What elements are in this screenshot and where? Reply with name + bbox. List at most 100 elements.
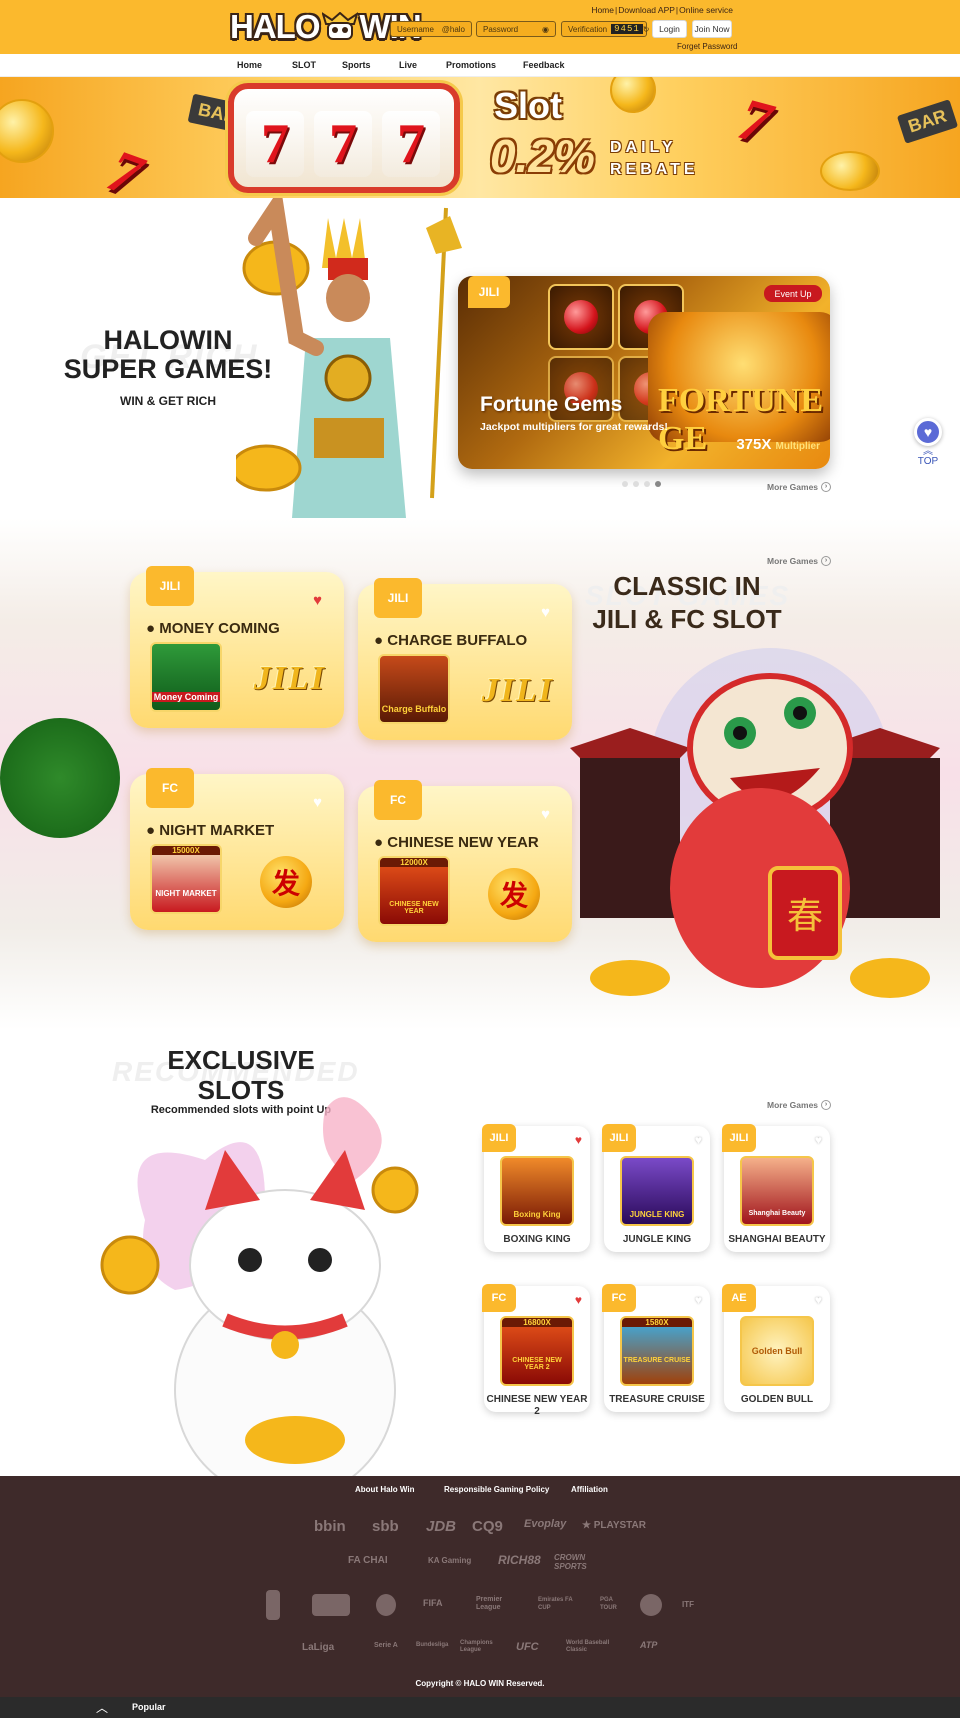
game-card-charge-buffalo[interactable]: JILI ♥ ● CHARGE BUFFALO Charge Buffalo J… xyxy=(358,578,572,740)
chevron-up-icon[interactable]: ︿ xyxy=(96,1699,108,1716)
jili-brand-logo: JILI xyxy=(253,660,326,697)
game-name: CHINESE NEW YEAR 2 xyxy=(486,1394,588,1417)
skull-icon xyxy=(320,11,359,42)
carousel-dots xyxy=(622,481,661,487)
provider-tag: JILI xyxy=(602,1124,636,1152)
nav-sports[interactable]: Sports xyxy=(342,60,371,70)
reel: 7 xyxy=(246,111,304,177)
heart-icon[interactable]: ♥ xyxy=(695,1293,702,1307)
more-games-link[interactable]: More Games › xyxy=(767,556,832,566)
game-thumbnail[interactable]: 1580X TREASURE CRUISE xyxy=(620,1316,694,1386)
link-online-service[interactable]: Online service xyxy=(679,5,733,15)
game-thumbnail[interactable]: Golden Bull xyxy=(740,1316,814,1386)
promo-banner[interactable]: BAR BAR 7 7 7 7 7 Slot 0.2% DAILY REBATE xyxy=(0,77,960,198)
heart-icon[interactable]: ♥ xyxy=(815,1293,822,1307)
featured-game-card[interactable]: FORTUNE GE JILI Event Up Fortune Gems Ja… xyxy=(458,276,830,469)
coin-graphic xyxy=(610,77,656,113)
lantern-character: 春 xyxy=(787,896,823,937)
promo-title: Slot xyxy=(494,85,562,126)
league-logo-itf: ITF xyxy=(682,1600,694,1609)
seven-symbol: 7 xyxy=(99,136,151,198)
game-card-chinese-new-year[interactable]: FC ♥ ● CHINESE NEW YEAR 12000X CHINESE N… xyxy=(358,780,572,942)
provider-logo-crown-sports: CROWN SPORTS xyxy=(554,1553,587,1571)
jili-brand-logo: JILI xyxy=(481,672,554,709)
lion-dance-image: 春 xyxy=(570,648,940,998)
footer-link-about[interactable]: About Halo Win xyxy=(355,1485,414,1494)
nav-home[interactable]: Home xyxy=(237,60,262,70)
join-now-button[interactable]: Join Now xyxy=(692,20,732,38)
league-logo-ufc: UFC xyxy=(516,1641,539,1653)
event-up-badge: Event Up xyxy=(764,285,822,302)
heart-icon[interactable]: ♥ xyxy=(541,806,550,823)
heart-icon[interactable]: ♥ xyxy=(695,1133,702,1147)
footer-link-affiliation[interactable]: Affiliation xyxy=(571,1485,608,1494)
link-download-app[interactable]: Download APP xyxy=(618,5,675,15)
game-card-money-coming[interactable]: JILI ♥ ● MONEY COMING Money Coming JILI xyxy=(130,566,344,728)
game-thumbnail[interactable]: 15000X NIGHT MARKET xyxy=(150,844,222,914)
slot-card-chinese-new-year-2[interactable]: FC ♥ 16800X CHINESE NEW YEAR 2 CHINESE N… xyxy=(482,1284,590,1417)
back-to-top-button[interactable]: ︽ TOP xyxy=(912,447,944,468)
carousel-dot[interactable] xyxy=(644,481,650,487)
game-name: JUNGLE KING xyxy=(622,1234,692,1245)
nav-feedback[interactable]: Feedback xyxy=(523,60,565,70)
game-thumbnail[interactable]: 16800X CHINESE NEW YEAR 2 xyxy=(500,1316,574,1386)
league-logo-premier-league: Premier League xyxy=(476,1596,503,1611)
slot-card-treasure-cruise[interactable]: FC ♥ 1580X TREASURE CRUISE TREASURE CRUI… xyxy=(602,1284,710,1412)
carousel-dot-active[interactable] xyxy=(655,481,661,487)
nav-slot[interactable]: SLOT xyxy=(292,60,316,70)
main-nav: Home SLOT Sports Live Promotions Feedbac… xyxy=(0,54,960,77)
carousel-dot[interactable] xyxy=(622,481,628,487)
provider-logo-bbin: bbin xyxy=(314,1518,346,1535)
game-thumbnail[interactable]: 12000X CHINESE NEW YEAR xyxy=(378,856,450,926)
game-thumbnail[interactable]: Money Coming xyxy=(150,642,222,712)
tree-graphic xyxy=(0,718,120,838)
username-field[interactable]: Username @halo xyxy=(390,21,472,37)
favorites-heart-button[interactable]: ♥ xyxy=(914,418,942,446)
league-logo-atp: ATP xyxy=(640,1640,658,1650)
nav-promotions[interactable]: Promotions xyxy=(446,60,496,70)
featured-game-title: Fortune Gems xyxy=(480,393,623,416)
provider-tag: JILI xyxy=(374,578,422,618)
provider-logo-ka-gaming: KA Gaming xyxy=(428,1556,472,1565)
header: HALO WIN Home|Download APP|Online servic… xyxy=(0,0,960,54)
chevron-right-icon: › xyxy=(821,482,832,492)
game-card-night-market[interactable]: FC ♥ ● NIGHT MARKET 15000X NIGHT MARKET … xyxy=(130,768,344,930)
provider-tag: JILI xyxy=(146,566,194,606)
slot-card-golden-bull[interactable]: AE ♥ Golden Bull GOLDEN BULL xyxy=(722,1284,830,1412)
forget-password-link[interactable]: Forget Password xyxy=(677,42,737,51)
eye-icon[interactable]: ◉ xyxy=(542,25,549,34)
chevron-right-icon: › xyxy=(821,1100,832,1110)
footer-link-responsible-gaming[interactable]: Responsible Gaming Policy xyxy=(444,1485,549,1494)
game-name: BOXING KING xyxy=(503,1234,571,1245)
heart-icon[interactable]: ♥ xyxy=(575,1293,582,1307)
slot-card-shanghai-beauty[interactable]: JILI ♥ Shanghai Beauty SHANGHAI BEAUTY xyxy=(722,1124,830,1252)
verification-field[interactable]: Verification 9451 ↻ xyxy=(561,21,650,37)
reel: 7 xyxy=(382,111,440,177)
heart-icon[interactable]: ♥ xyxy=(575,1133,582,1147)
login-button[interactable]: Login xyxy=(652,20,687,38)
heart-icon[interactable]: ♥ xyxy=(313,592,322,609)
refresh-icon[interactable]: ↻ xyxy=(643,25,650,34)
game-name: GOLDEN BULL xyxy=(740,1394,814,1405)
promo-rate: 0.2% xyxy=(490,130,595,182)
slot-machine-graphic: 7 7 7 xyxy=(228,83,460,193)
game-thumbnail[interactable]: Boxing King xyxy=(500,1156,574,1226)
game-thumbnail[interactable]: Shanghai Beauty xyxy=(740,1156,814,1226)
slot-card-jungle-king[interactable]: JILI ♥ JUNGLE KING JUNGLE KING xyxy=(602,1124,710,1252)
password-field[interactable]: Password ◉ xyxy=(476,21,556,37)
heart-icon[interactable]: ♥ xyxy=(541,604,550,621)
popular-tab[interactable]: Popular xyxy=(132,1702,166,1712)
heart-icon[interactable]: ♥ xyxy=(313,794,322,811)
more-games-link[interactable]: More Games › xyxy=(767,482,832,492)
carousel-dot[interactable] xyxy=(633,481,639,487)
verification-code-image[interactable]: 9451 xyxy=(611,24,643,34)
game-name: ● CHINESE NEW YEAR xyxy=(374,834,539,851)
slot-card-boxing-king[interactable]: JILI ♥ Boxing King BOXING KING xyxy=(482,1124,590,1252)
game-thumbnail[interactable]: Charge Buffalo xyxy=(378,654,450,724)
link-home[interactable]: Home xyxy=(591,5,614,15)
nav-live[interactable]: Live xyxy=(399,60,417,70)
exclusive-section: RECOMMENDED EXCLUSIVE SLOTS Recommended … xyxy=(0,1030,960,1476)
game-thumbnail[interactable]: JUNGLE KING xyxy=(620,1156,694,1226)
heart-icon[interactable]: ♥ xyxy=(815,1133,822,1147)
more-games-link[interactable]: More Games › xyxy=(767,1100,832,1110)
